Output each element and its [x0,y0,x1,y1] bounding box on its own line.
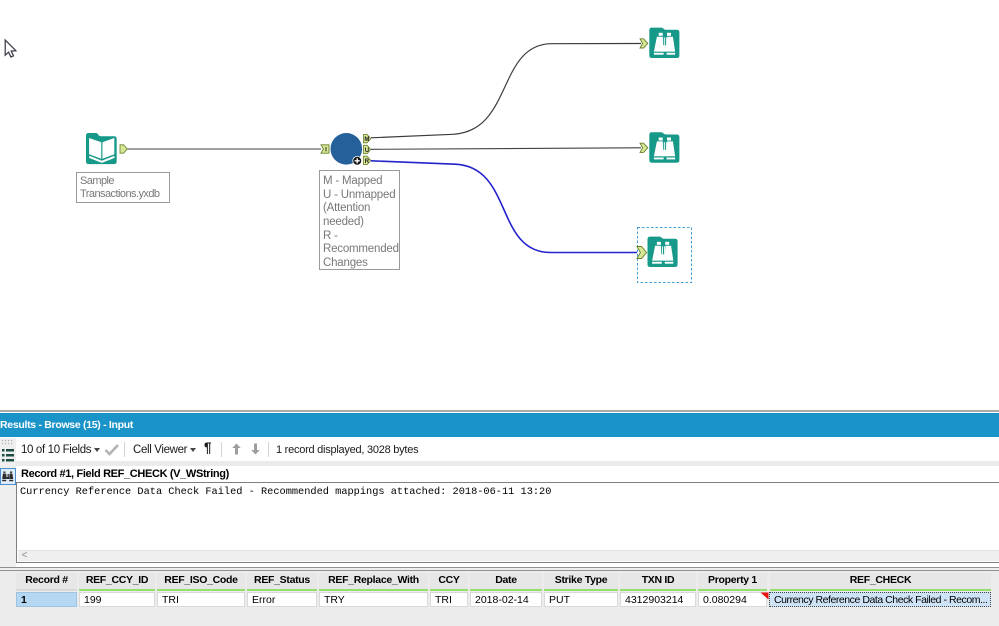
svg-text:R: R [365,159,370,165]
svg-text:U: U [365,148,369,154]
svg-text:M: M [364,137,369,143]
